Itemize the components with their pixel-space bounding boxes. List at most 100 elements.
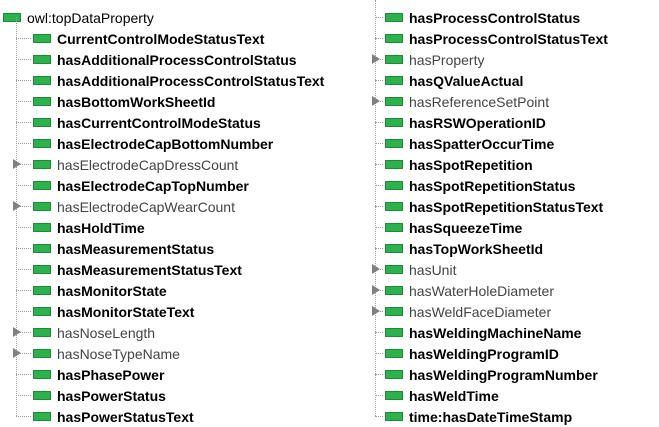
tree-item[interactable]: hasWeldingMachineName bbox=[385, 322, 581, 343]
data-property-icon bbox=[385, 160, 403, 169]
expand-triangle-icon[interactable] bbox=[13, 159, 21, 169]
tree-branch-line bbox=[375, 164, 383, 165]
tree-item[interactable]: hasElectrodeCapTopNumber bbox=[33, 175, 249, 196]
data-property-icon bbox=[385, 181, 403, 190]
tree-item[interactable]: hasProperty bbox=[385, 49, 484, 70]
tree-item[interactable]: time:hasDateTimeStamp bbox=[385, 406, 572, 427]
tree-item-label: hasSpotRepetitionStatus bbox=[409, 177, 576, 194]
data-property-icon bbox=[33, 412, 51, 421]
data-property-icon bbox=[33, 118, 51, 127]
tree-item-label: hasMeasurementStatusText bbox=[57, 261, 242, 278]
tree-item[interactable]: hasElectrodeCapBottomNumber bbox=[33, 133, 273, 154]
tree-item-label: hasWeldingMachineName bbox=[409, 324, 582, 341]
data-property-icon bbox=[33, 223, 51, 232]
tree-item-label: hasBottomWorkSheetId bbox=[57, 93, 216, 110]
tree-item[interactable]: hasNoseTypeName bbox=[33, 343, 180, 364]
expand-triangle-icon[interactable] bbox=[13, 327, 21, 337]
tree-branch-line bbox=[16, 374, 31, 375]
tree-item-label: CurrentControlModeStatusText bbox=[57, 30, 265, 47]
tree-branch-line bbox=[375, 227, 383, 228]
tree-item[interactable]: hasUnit bbox=[385, 259, 456, 280]
tree-item[interactable]: hasWeldFaceDiameter bbox=[385, 301, 551, 322]
tree-root[interactable]: owl:topDataProperty bbox=[3, 7, 154, 28]
data-property-icon bbox=[33, 328, 51, 337]
tree-item[interactable]: hasMonitorState bbox=[33, 280, 167, 301]
tree-branch-line bbox=[16, 59, 31, 60]
data-property-icon bbox=[33, 370, 51, 379]
tree-item[interactable]: hasMeasurementStatus bbox=[33, 238, 214, 259]
tree-item[interactable]: hasSpotRepetitionStatus bbox=[385, 175, 575, 196]
tree-item[interactable]: hasProcessControlStatusText bbox=[385, 28, 608, 49]
tree-branch-line bbox=[16, 416, 31, 417]
expand-triangle-icon[interactable] bbox=[13, 201, 21, 211]
tree-item[interactable]: hasRSWOperationID bbox=[385, 112, 546, 133]
tree-item[interactable]: hasAdditionalProcessControlStatusText bbox=[33, 70, 324, 91]
tree-branch-line bbox=[375, 395, 383, 396]
tree-item[interactable]: hasWeldingProgramNumber bbox=[385, 364, 598, 385]
tree-item-label: hasReferenceSetPoint bbox=[409, 93, 550, 110]
expand-triangle-icon[interactable] bbox=[372, 264, 380, 274]
tree-branch-line bbox=[375, 353, 383, 354]
tree-item-label: hasProperty bbox=[409, 51, 485, 68]
data-property-icon bbox=[385, 202, 403, 211]
tree-item[interactable]: hasWeldTime bbox=[385, 385, 499, 406]
data-property-icon bbox=[33, 349, 51, 358]
tree-branch-line bbox=[16, 143, 31, 144]
tree-branch-line bbox=[375, 206, 383, 207]
data-property-icon bbox=[385, 328, 403, 337]
tree-branch-line bbox=[375, 80, 383, 81]
tree-item[interactable]: hasElectrodeCapDressCount bbox=[33, 154, 238, 175]
tree-item[interactable]: hasWeldingProgramID bbox=[385, 343, 559, 364]
data-property-icon bbox=[33, 265, 51, 274]
tree-item[interactable]: hasTopWorkSheetId bbox=[385, 238, 543, 259]
tree-branch-line bbox=[16, 269, 31, 270]
tree-item-label: hasWaterHoleDiameter bbox=[409, 282, 554, 299]
data-property-icon bbox=[385, 139, 403, 148]
tree-item-label: hasPowerStatus bbox=[57, 387, 166, 404]
tree-branch-line bbox=[16, 290, 31, 291]
tree-branch-line bbox=[16, 38, 31, 39]
tree-item[interactable]: hasPowerStatus bbox=[33, 385, 166, 406]
tree-item[interactable]: hasNoseLength bbox=[33, 322, 155, 343]
tree-item[interactable]: hasSqueezeTime bbox=[385, 217, 522, 238]
tree-item-label: hasElectrodeCapWearCount bbox=[57, 198, 235, 215]
tree-item[interactable]: hasMeasurementStatusText bbox=[33, 259, 242, 280]
tree-item[interactable]: hasProcessControlStatus bbox=[385, 7, 580, 28]
tree-item[interactable]: hasAdditionalProcessControlStatus bbox=[33, 49, 297, 70]
tree-item[interactable]: hasHoldTime bbox=[33, 217, 145, 238]
tree-item-label: hasMeasurementStatus bbox=[57, 240, 215, 257]
expand-triangle-icon[interactable] bbox=[13, 348, 21, 358]
expand-triangle-icon[interactable] bbox=[372, 96, 380, 106]
tree-branch-line bbox=[375, 248, 383, 249]
tree-item[interactable]: hasElectrodeCapWearCount bbox=[33, 196, 235, 217]
expand-triangle-icon[interactable] bbox=[372, 285, 380, 295]
tree-item-label: hasElectrodeCapBottomNumber bbox=[57, 135, 274, 152]
tree-branch-line bbox=[375, 38, 383, 39]
tree-item[interactable]: hasBottomWorkSheetId bbox=[33, 91, 215, 112]
expand-triangle-icon[interactable] bbox=[372, 306, 380, 316]
tree-item[interactable]: hasMonitorStateText bbox=[33, 301, 194, 322]
tree-item[interactable]: hasPhasePower bbox=[33, 364, 164, 385]
tree-branch-line bbox=[375, 185, 383, 186]
data-property-icon bbox=[385, 244, 403, 253]
tree-item-label: hasWeldingProgramID bbox=[409, 345, 559, 362]
data-property-icon bbox=[33, 202, 51, 211]
data-property-icon bbox=[33, 139, 51, 148]
tree-item-label: hasAdditionalProcessControlStatusText bbox=[57, 72, 325, 89]
tree-item[interactable]: hasSpatterOccurTime bbox=[385, 133, 554, 154]
tree-item[interactable]: hasSpotRepetition bbox=[385, 154, 533, 175]
data-property-icon bbox=[33, 55, 51, 64]
tree-item-label: hasWeldFaceDiameter bbox=[409, 303, 552, 320]
tree-item[interactable]: hasSpotRepetitionStatusText bbox=[385, 196, 603, 217]
data-property-icon bbox=[385, 286, 403, 295]
data-property-icon bbox=[385, 370, 403, 379]
tree-item[interactable]: hasQValueActual bbox=[385, 70, 523, 91]
data-property-icon bbox=[385, 55, 403, 64]
tree-item[interactable]: hasReferenceSetPoint bbox=[385, 91, 549, 112]
tree-item[interactable]: hasCurrentControlModeStatus bbox=[33, 112, 261, 133]
expand-triangle-icon[interactable] bbox=[372, 54, 380, 64]
tree-item[interactable]: CurrentControlModeStatusText bbox=[33, 28, 264, 49]
tree-item[interactable]: hasPowerStatusText bbox=[33, 406, 194, 427]
tree-item[interactable]: hasWaterHoleDiameter bbox=[385, 280, 554, 301]
tree-item-label: hasSpatterOccurTime bbox=[409, 135, 555, 152]
